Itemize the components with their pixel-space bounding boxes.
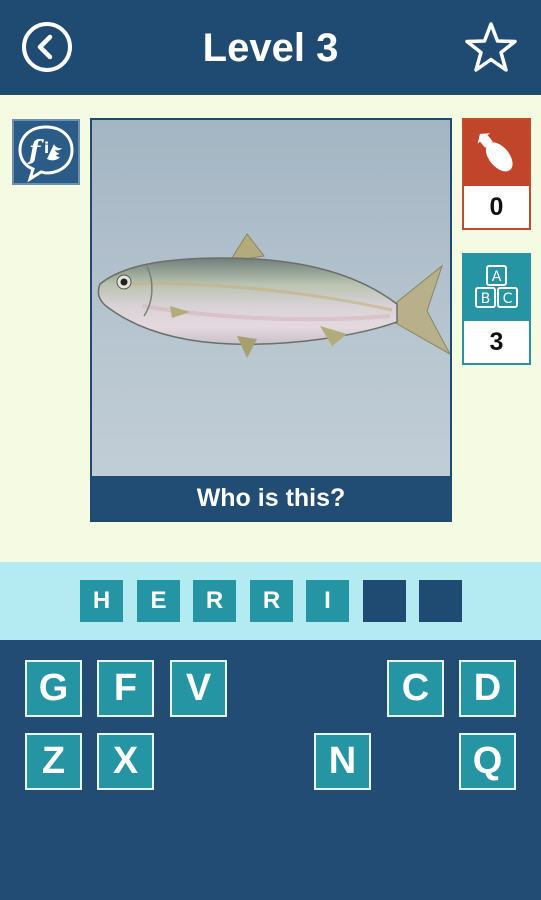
reveal-letter-count: 3 — [489, 328, 504, 356]
answer-slot[interactable]: E — [137, 580, 180, 622]
answer-slot[interactable]: R — [250, 580, 293, 622]
answer-slot[interactable]: H — [80, 580, 123, 622]
svg-text:B: B — [481, 291, 491, 307]
answer-slot-empty[interactable] — [363, 580, 406, 622]
herring-fish-image — [97, 233, 450, 358]
abc-blocks-icon: A B C — [475, 265, 518, 308]
svg-text:C: C — [503, 291, 513, 307]
puzzle-image-frame: Who is this? — [90, 118, 452, 522]
svg-text:A: A — [492, 269, 502, 285]
letter-key[interactable]: V — [170, 660, 227, 717]
letter-key[interactable]: X — [97, 733, 154, 790]
answer-slot[interactable]: R — [193, 580, 236, 622]
answer-slot[interactable]: I — [306, 580, 349, 622]
star-icon — [465, 22, 517, 72]
question-label: Who is this? — [92, 476, 450, 520]
facebook-twitter-share-icon: f i — [18, 125, 74, 183]
bomb-count: 0 — [489, 193, 504, 221]
level-title: Level 3 — [202, 26, 339, 70]
answer-slot-empty[interactable] — [419, 580, 462, 622]
letter-key[interactable]: F — [97, 660, 154, 717]
letter-key[interactable]: N — [314, 733, 371, 790]
bomb-icon — [477, 133, 513, 172]
letter-key[interactable]: C — [387, 660, 444, 717]
share-button[interactable]: f i — [12, 119, 80, 185]
svg-text:f: f — [27, 136, 44, 166]
bomb-hint-button[interactable]: 0 — [462, 118, 531, 230]
favorite-button[interactable] — [463, 20, 519, 76]
top-bar: Level 3 — [0, 0, 541, 95]
letter-key[interactable]: Z — [25, 733, 82, 790]
letter-key[interactable]: D — [459, 660, 516, 717]
letter-key[interactable]: Q — [459, 733, 516, 790]
letter-key[interactable]: G — [25, 660, 82, 717]
reveal-letter-hint-button[interactable]: A B C 3 — [462, 253, 531, 365]
svg-text:i: i — [44, 139, 49, 157]
